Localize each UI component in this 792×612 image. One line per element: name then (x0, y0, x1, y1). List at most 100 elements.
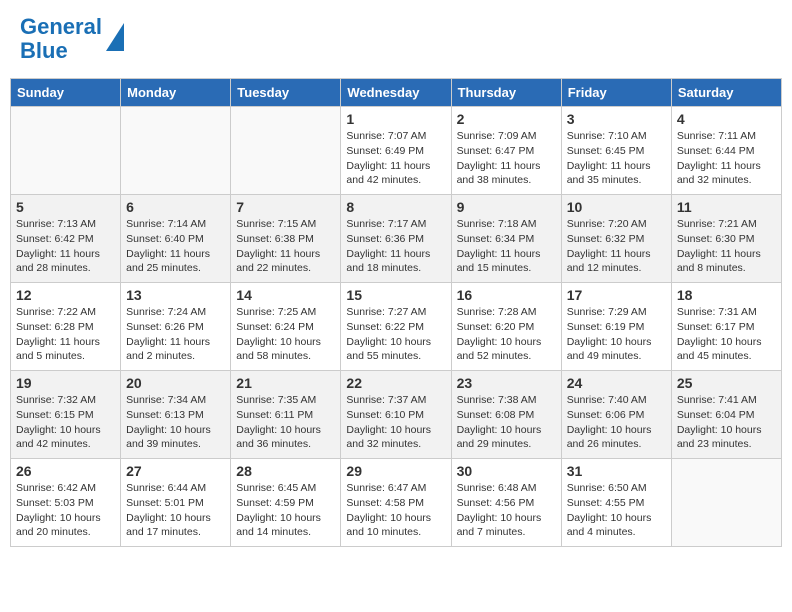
calendar-cell: 14 Sunrise: 7:25 AM Sunset: 6:24 PM Dayli… (231, 283, 341, 371)
day-number: 5 (16, 199, 115, 215)
day-number: 23 (457, 375, 556, 391)
calendar-cell: 26 Sunrise: 6:42 AM Sunset: 5:03 PM Dayli… (11, 459, 121, 547)
day-info: Sunrise: 7:34 AM Sunset: 6:13 PM Dayligh… (126, 393, 225, 452)
day-number: 18 (677, 287, 776, 303)
calendar-cell: 24 Sunrise: 7:40 AM Sunset: 6:06 PM Dayli… (561, 371, 671, 459)
day-info: Sunrise: 7:35 AM Sunset: 6:11 PM Dayligh… (236, 393, 335, 452)
day-info: Sunrise: 7:09 AM Sunset: 6:47 PM Dayligh… (457, 129, 556, 188)
calendar-cell: 17 Sunrise: 7:29 AM Sunset: 6:19 PM Dayli… (561, 283, 671, 371)
calendar-table: SundayMondayTuesdayWednesdayThursdayFrid… (10, 78, 782, 547)
day-info: Sunrise: 7:21 AM Sunset: 6:30 PM Dayligh… (677, 217, 776, 276)
day-info: Sunrise: 7:14 AM Sunset: 6:40 PM Dayligh… (126, 217, 225, 276)
day-number: 26 (16, 463, 115, 479)
logo-triangle-icon (106, 23, 124, 51)
calendar-week-row: 5 Sunrise: 7:13 AM Sunset: 6:42 PM Daylig… (11, 195, 782, 283)
calendar-cell: 11Sunrise: 7:21 AM Sunset: 6:30 PM Dayli… (671, 195, 781, 283)
calendar-cell: 28 Sunrise: 6:45 AM Sunset: 4:59 PM Dayli… (231, 459, 341, 547)
day-number: 22 (346, 375, 445, 391)
day-info: Sunrise: 7:41 AM Sunset: 6:04 PM Dayligh… (677, 393, 776, 452)
day-number: 1 (346, 111, 445, 127)
day-info: Sunrise: 7:07 AM Sunset: 6:49 PM Dayligh… (346, 129, 445, 188)
day-number: 21 (236, 375, 335, 391)
calendar-cell: 5 Sunrise: 7:13 AM Sunset: 6:42 PM Daylig… (11, 195, 121, 283)
day-info: Sunrise: 7:32 AM Sunset: 6:15 PM Dayligh… (16, 393, 115, 452)
day-number: 10 (567, 199, 666, 215)
calendar-cell: 6 Sunrise: 7:14 AM Sunset: 6:40 PM Daylig… (121, 195, 231, 283)
calendar-cell (671, 459, 781, 547)
day-info: Sunrise: 6:47 AM Sunset: 4:58 PM Dayligh… (346, 481, 445, 540)
calendar-cell (121, 107, 231, 195)
calendar-cell: 20 Sunrise: 7:34 AM Sunset: 6:13 PM Dayli… (121, 371, 231, 459)
calendar-cell: 9 Sunrise: 7:18 AM Sunset: 6:34 PM Daylig… (451, 195, 561, 283)
day-info: Sunrise: 6:45 AM Sunset: 4:59 PM Dayligh… (236, 481, 335, 540)
calendar-cell: 8Sunrise: 7:17 AM Sunset: 6:36 PM Daylig… (341, 195, 451, 283)
day-number: 28 (236, 463, 335, 479)
day-number: 6 (126, 199, 225, 215)
day-number: 8 (346, 199, 445, 215)
calendar-cell: 10 Sunrise: 7:20 AM Sunset: 6:32 PM Dayli… (561, 195, 671, 283)
col-header-sunday: Sunday (11, 79, 121, 107)
calendar-cell (231, 107, 341, 195)
day-info: Sunrise: 6:48 AM Sunset: 4:56 PM Dayligh… (457, 481, 556, 540)
col-header-thursday: Thursday (451, 79, 561, 107)
calendar-cell: 23Sunrise: 7:38 AM Sunset: 6:08 PM Dayli… (451, 371, 561, 459)
day-number: 4 (677, 111, 776, 127)
day-info: Sunrise: 7:28 AM Sunset: 6:20 PM Dayligh… (457, 305, 556, 364)
calendar-cell: 30 Sunrise: 6:48 AM Sunset: 4:56 PM Dayli… (451, 459, 561, 547)
day-number: 17 (567, 287, 666, 303)
day-number: 24 (567, 375, 666, 391)
day-number: 16 (457, 287, 556, 303)
calendar-cell: 21 Sunrise: 7:35 AM Sunset: 6:11 PM Dayli… (231, 371, 341, 459)
col-header-wednesday: Wednesday (341, 79, 451, 107)
day-number: 3 (567, 111, 666, 127)
day-number: 15 (346, 287, 445, 303)
day-info: Sunrise: 7:13 AM Sunset: 6:42 PM Dayligh… (16, 217, 115, 276)
day-info: Sunrise: 6:50 AM Sunset: 4:55 PM Dayligh… (567, 481, 666, 540)
day-number: 27 (126, 463, 225, 479)
day-number: 31 (567, 463, 666, 479)
day-info: Sunrise: 7:37 AM Sunset: 6:10 PM Dayligh… (346, 393, 445, 452)
logo-blue: Blue (20, 38, 68, 63)
day-info: Sunrise: 7:20 AM Sunset: 6:32 PM Dayligh… (567, 217, 666, 276)
day-number: 7 (236, 199, 335, 215)
calendar-week-row: 12 Sunrise: 7:22 AM Sunset: 6:28 PM Dayli… (11, 283, 782, 371)
calendar-week-row: 26 Sunrise: 6:42 AM Sunset: 5:03 PM Dayli… (11, 459, 782, 547)
calendar-week-row: 1 Sunrise: 7:07 AM Sunset: 6:49 PM Daylig… (11, 107, 782, 195)
day-info: Sunrise: 7:22 AM Sunset: 6:28 PM Dayligh… (16, 305, 115, 364)
day-number: 12 (16, 287, 115, 303)
calendar-cell: 1 Sunrise: 7:07 AM Sunset: 6:49 PM Daylig… (341, 107, 451, 195)
day-info: Sunrise: 6:42 AM Sunset: 5:03 PM Dayligh… (16, 481, 115, 540)
col-header-friday: Friday (561, 79, 671, 107)
day-info: Sunrise: 7:31 AM Sunset: 6:17 PM Dayligh… (677, 305, 776, 364)
day-number: 9 (457, 199, 556, 215)
col-header-saturday: Saturday (671, 79, 781, 107)
calendar-cell: 29 Sunrise: 6:47 AM Sunset: 4:58 PM Dayli… (341, 459, 451, 547)
calendar-cell: 3Sunrise: 7:10 AM Sunset: 6:45 PM Daylig… (561, 107, 671, 195)
page-header: General Blue (10, 10, 782, 68)
calendar-cell: 4Sunrise: 7:11 AM Sunset: 6:44 PM Daylig… (671, 107, 781, 195)
calendar-cell: 18 Sunrise: 7:31 AM Sunset: 6:17 PM Dayli… (671, 283, 781, 371)
day-info: Sunrise: 7:27 AM Sunset: 6:22 PM Dayligh… (346, 305, 445, 364)
day-info: Sunrise: 7:29 AM Sunset: 6:19 PM Dayligh… (567, 305, 666, 364)
day-number: 30 (457, 463, 556, 479)
calendar-cell: 25Sunrise: 7:41 AM Sunset: 6:04 PM Dayli… (671, 371, 781, 459)
calendar-cell: 12 Sunrise: 7:22 AM Sunset: 6:28 PM Dayli… (11, 283, 121, 371)
day-info: Sunrise: 7:15 AM Sunset: 6:38 PM Dayligh… (236, 217, 335, 276)
calendar-cell: 7 Sunrise: 7:15 AM Sunset: 6:38 PM Daylig… (231, 195, 341, 283)
calendar-cell: 16 Sunrise: 7:28 AM Sunset: 6:20 PM Dayli… (451, 283, 561, 371)
logo-general: General (20, 14, 102, 39)
day-number: 14 (236, 287, 335, 303)
calendar-cell: 19 Sunrise: 7:32 AM Sunset: 6:15 PM Dayli… (11, 371, 121, 459)
day-number: 29 (346, 463, 445, 479)
logo: General Blue (20, 15, 124, 63)
calendar-cell: 22 Sunrise: 7:37 AM Sunset: 6:10 PM Dayli… (341, 371, 451, 459)
day-number: 20 (126, 375, 225, 391)
calendar-header-row: SundayMondayTuesdayWednesdayThursdayFrid… (11, 79, 782, 107)
calendar-cell: 27 Sunrise: 6:44 AM Sunset: 5:01 PM Dayli… (121, 459, 231, 547)
day-info: Sunrise: 7:40 AM Sunset: 6:06 PM Dayligh… (567, 393, 666, 452)
day-number: 2 (457, 111, 556, 127)
day-info: Sunrise: 6:44 AM Sunset: 5:01 PM Dayligh… (126, 481, 225, 540)
day-info: Sunrise: 7:18 AM Sunset: 6:34 PM Dayligh… (457, 217, 556, 276)
day-number: 19 (16, 375, 115, 391)
day-info: Sunrise: 7:25 AM Sunset: 6:24 PM Dayligh… (236, 305, 335, 364)
